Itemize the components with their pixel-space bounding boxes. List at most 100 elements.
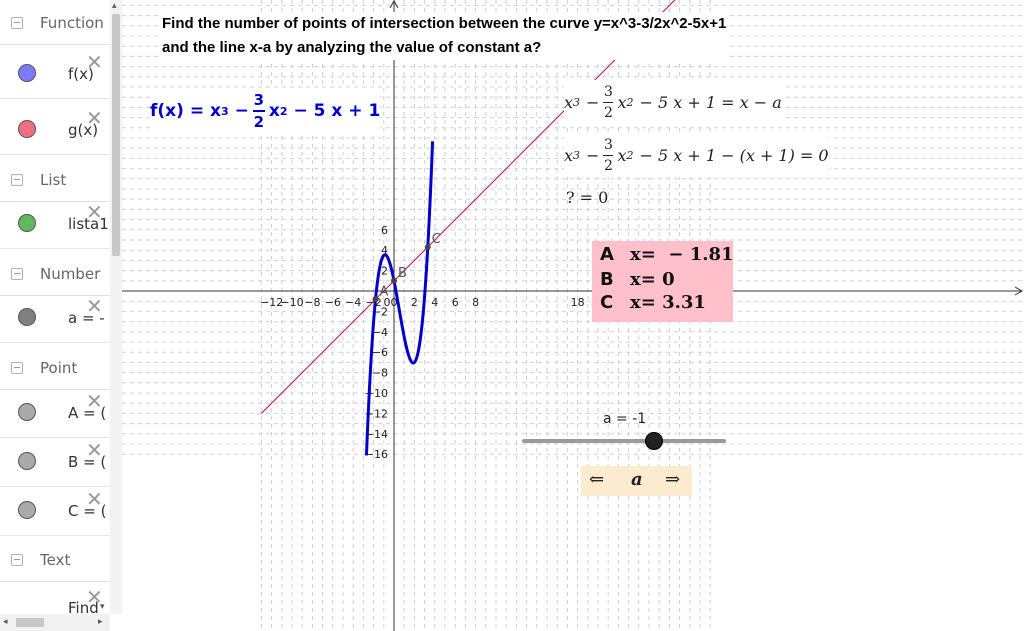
- point-label-C: C: [432, 232, 441, 247]
- algebra-item-C[interactable]: C = ( ✕: [0, 487, 110, 536]
- visibility-dot-icon[interactable]: [18, 452, 36, 470]
- eq-rest: − 5 x + 1 = x − a: [639, 92, 782, 112]
- scrollbar-thumb[interactable]: [16, 618, 44, 627]
- scroll-left-icon[interactable]: ◂: [3, 618, 8, 627]
- problem-line-2: and the line x-a by analyzing the value …: [162, 39, 542, 56]
- root-row-B: Bx= 0: [600, 269, 675, 290]
- visibility-dot-icon[interactable]: [18, 403, 36, 421]
- algebra-view: Function f(x) ✕ g(x) ✕ List lista1 ✕ Num…: [0, 0, 122, 631]
- category-label: Function: [40, 14, 104, 32]
- frac-den: 2: [603, 104, 613, 121]
- frac-den: 2: [603, 157, 613, 174]
- eq-term: x: [564, 145, 574, 165]
- increase-arrow-icon[interactable]: ⇒: [665, 469, 680, 490]
- fdef-exp: 3: [220, 104, 229, 118]
- eq-minus: −: [586, 92, 600, 112]
- fdef-fraction: 32: [252, 91, 265, 130]
- delete-icon[interactable]: ✕: [86, 296, 103, 316]
- eq-rest: − 5 x + 1 − (x + 1) = 0: [639, 145, 829, 165]
- dropdown-arrow-icon[interactable]: ▾: [100, 603, 105, 612]
- equation-1: x3 − 32 x2 − 5 x + 1 = x − a: [564, 80, 782, 124]
- horizontal-scrollbar[interactable]: ◂ ▸: [0, 614, 110, 631]
- fdef-lhs: f(x) = x: [150, 101, 221, 121]
- delete-icon[interactable]: ✕: [86, 391, 103, 411]
- algebra-item-f[interactable]: f(x) ✕: [0, 50, 110, 99]
- visibility-dot-icon[interactable]: [18, 214, 36, 232]
- eq-minus: −: [586, 145, 600, 165]
- equation-3: ? = 0: [566, 188, 609, 207]
- category-point[interactable]: Point: [0, 349, 110, 390]
- eq-exp: 3: [573, 148, 581, 162]
- fdef-x2: x: [268, 101, 280, 121]
- function-definition[interactable]: f(x) = x3 − 32 x2 − 5 x + 1: [150, 88, 381, 134]
- point-A: [372, 296, 379, 303]
- delete-icon[interactable]: ✕: [86, 489, 103, 509]
- algebra-item-A[interactable]: A = ( ✕: [0, 389, 110, 438]
- root-name: C: [600, 292, 614, 313]
- x-tick-label: 4: [431, 296, 438, 309]
- x-tick-label: −4: [345, 296, 361, 309]
- stepper-box: ⇐ a ⇒: [581, 466, 692, 496]
- eq-exp: 2: [626, 148, 634, 162]
- scroll-up-icon[interactable]: ▴: [112, 2, 117, 11]
- point-label-B: B: [398, 266, 407, 281]
- algebra-item-g[interactable]: g(x) ✕: [0, 106, 110, 155]
- frac-num: 3: [253, 91, 265, 110]
- category-label: Number: [40, 265, 101, 283]
- category-text[interactable]: Text: [0, 541, 110, 582]
- decrease-arrow-icon[interactable]: ⇐: [589, 469, 604, 490]
- collapse-toggle-icon[interactable]: [11, 268, 23, 280]
- algebra-item-a[interactable]: a = - ✕: [0, 294, 110, 343]
- eq-exp: 2: [626, 95, 634, 109]
- category-number[interactable]: Number: [0, 255, 110, 296]
- delete-icon[interactable]: ✕: [86, 202, 103, 222]
- point-label-A: A: [380, 284, 389, 299]
- scroll-right-icon[interactable]: ▸: [98, 618, 103, 627]
- fdef-rest: − 5 x + 1: [293, 101, 381, 121]
- root-row-A: Ax= − 1.81: [600, 244, 734, 265]
- root-name: B: [600, 269, 614, 290]
- y-tick-label: −16: [365, 448, 388, 461]
- eq-term: x: [564, 92, 574, 112]
- x-tick-label: 18: [571, 296, 585, 309]
- y-tick-label: −8: [372, 367, 388, 380]
- delete-icon[interactable]: ✕: [86, 440, 103, 460]
- delete-icon[interactable]: ✕: [86, 52, 103, 72]
- collapse-toggle-icon[interactable]: [11, 554, 23, 566]
- visibility-dot-icon[interactable]: [18, 64, 36, 82]
- scrollbar-thumb[interactable]: [112, 14, 120, 256]
- root-name: A: [600, 244, 614, 265]
- algebra-item-list1[interactable]: lista1 ✕: [0, 200, 110, 249]
- frac-num: 3: [603, 83, 613, 100]
- root-value: x= 3.31: [630, 292, 706, 313]
- problem-text: Find the number of points of intersectio…: [162, 12, 727, 60]
- category-label: Point: [40, 359, 78, 377]
- x-tick-label: −10: [280, 296, 303, 309]
- visibility-dot-icon[interactable]: [18, 501, 36, 519]
- slider-track[interactable]: [522, 439, 726, 443]
- x-tick-label: −6: [325, 296, 341, 309]
- eq-fraction: 32: [603, 136, 614, 174]
- y-tick-label: 6: [381, 224, 388, 237]
- root-value: x= 0: [630, 269, 675, 290]
- delete-icon[interactable]: ✕: [86, 108, 103, 128]
- visibility-dot-icon[interactable]: [18, 120, 36, 138]
- root-value: x= − 1.81: [630, 244, 734, 265]
- frac-num: 3: [603, 136, 613, 153]
- visibility-dot-icon[interactable]: [18, 308, 36, 326]
- slider-label: a = -1: [603, 411, 647, 427]
- collapse-toggle-icon[interactable]: [11, 17, 23, 29]
- category-function[interactable]: Function: [0, 4, 110, 45]
- root-row-C: Cx= 3.31: [600, 292, 706, 313]
- slider-thumb[interactable]: [645, 432, 663, 450]
- fdef-minus: −: [234, 101, 249, 121]
- collapse-toggle-icon[interactable]: [11, 174, 23, 186]
- vertical-scrollbar[interactable]: ▴: [110, 0, 122, 614]
- problem-line-1: Find the number of points of intersectio…: [162, 15, 727, 32]
- category-list[interactable]: List: [0, 161, 110, 202]
- algebra-item-B[interactable]: B = ( ✕: [0, 438, 110, 487]
- point-B: [391, 277, 397, 284]
- collapse-toggle-icon[interactable]: [11, 362, 23, 374]
- eq-fraction: 32: [603, 83, 614, 121]
- category-label: List: [40, 171, 67, 189]
